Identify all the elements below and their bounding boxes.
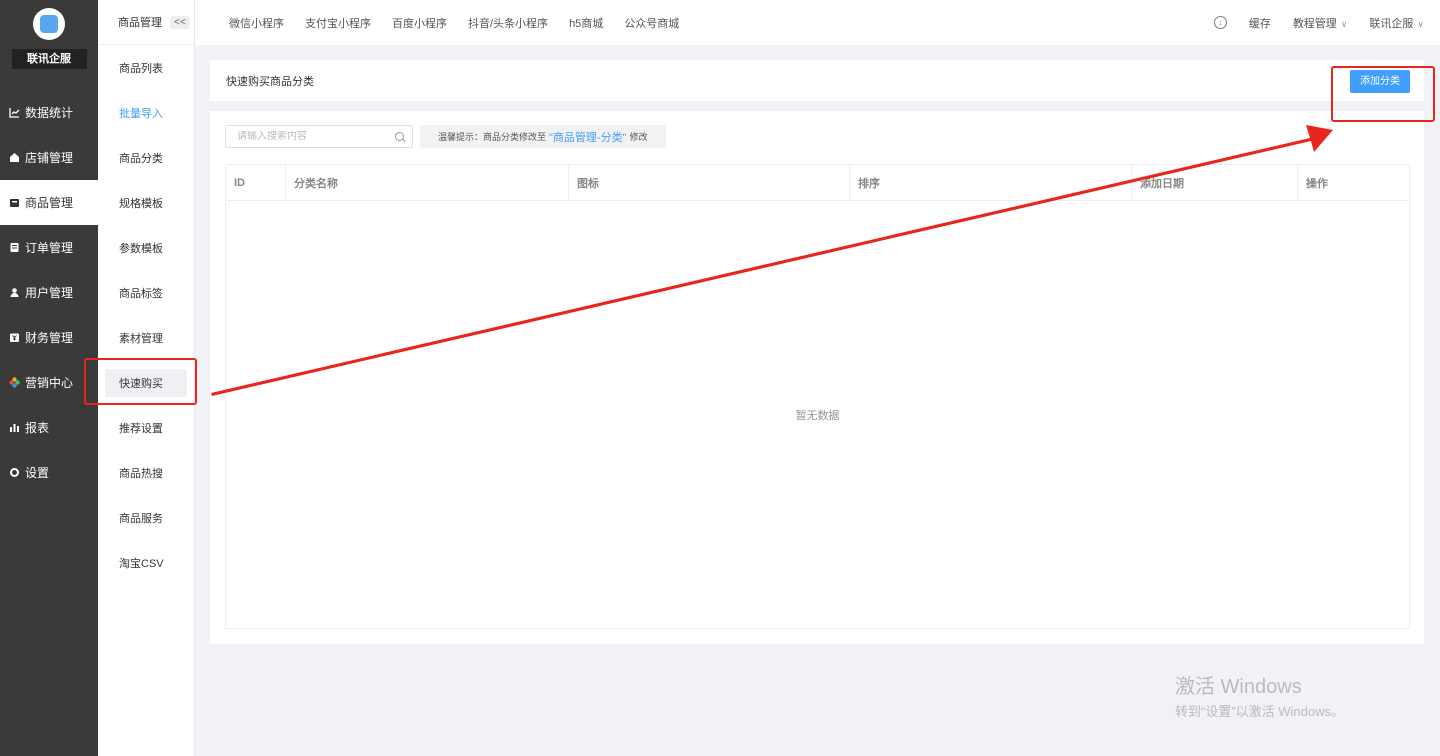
column-header-id: ID bbox=[226, 165, 286, 200]
search-input[interactable] bbox=[237, 131, 395, 142]
nav-item-store[interactable]: 店铺管理 bbox=[0, 135, 98, 180]
nav-label: 店铺管理 bbox=[25, 151, 74, 165]
watermark-title: 激活 Windows bbox=[1175, 676, 1302, 698]
store-icon bbox=[9, 152, 20, 163]
column-header-sort: 排序 bbox=[850, 165, 1132, 200]
column-header-icon: 图标 bbox=[569, 165, 850, 200]
nav-item-orders[interactable]: 订单管理 bbox=[0, 225, 98, 270]
sub-sidebar-title: 商品管理 bbox=[118, 17, 162, 29]
nav-label: 报表 bbox=[25, 421, 50, 435]
nav-item-products[interactable]: 商品管理 bbox=[0, 180, 98, 225]
chevron-down-icon: ∨ bbox=[1417, 18, 1424, 29]
tab-alipay-mini[interactable]: 支付宝小程序 bbox=[305, 15, 371, 31]
tab-h5-mall[interactable]: h5商城 bbox=[569, 15, 603, 31]
sub-item-hot-search[interactable]: 商品热搜 bbox=[98, 450, 194, 495]
sub-item-spec-template[interactable]: 规格模板 bbox=[98, 180, 194, 225]
column-header-name: 分类名称 bbox=[286, 165, 569, 200]
tip-prefix: 温馨提示：商品分类修改至 bbox=[438, 132, 547, 142]
windows-watermark: 激活 Windows 转到“设置”以激活 Windows。 bbox=[1175, 670, 1344, 720]
nav-item-stats[interactable]: 数据统计 bbox=[0, 90, 98, 135]
user-icon bbox=[9, 287, 20, 298]
tab-baidu-mini[interactable]: 百度小程序 bbox=[392, 15, 447, 31]
tab-wechat-mini[interactable]: 微信小程序 bbox=[229, 15, 284, 31]
tutorial-menu[interactable]: 教程管理 ∨ bbox=[1293, 15, 1348, 31]
collapse-button[interactable]: << bbox=[170, 15, 190, 29]
highlight-box-quick-buy bbox=[84, 358, 197, 405]
nav-label: 订单管理 bbox=[25, 241, 74, 255]
page-title: 快速购买商品分类 bbox=[226, 75, 314, 88]
sub-item-services[interactable]: 商品服务 bbox=[98, 495, 194, 540]
table-header: ID 分类名称 图标 排序 添加日期 操作 bbox=[226, 165, 1409, 201]
sub-item-taobao-csv[interactable]: 淘宝CSV bbox=[98, 540, 194, 585]
nav-label: 营销中心 bbox=[25, 376, 74, 390]
search-icon[interactable] bbox=[395, 132, 404, 141]
chart-line-icon bbox=[9, 107, 20, 118]
nav-item-finance[interactable]: 财务管理 bbox=[0, 315, 98, 360]
nav-item-reports[interactable]: 报表 bbox=[0, 405, 98, 450]
tab-douyin-mini[interactable]: 抖音/头条小程序 bbox=[468, 15, 548, 31]
nav-item-settings[interactable]: 设置 bbox=[0, 450, 98, 495]
logo-area: 联讯企服 bbox=[0, 0, 98, 90]
sub-item-materials[interactable]: 素材管理 bbox=[98, 315, 194, 360]
marketing-icon bbox=[9, 377, 20, 388]
sub-item-tags[interactable]: 商品标签 bbox=[98, 270, 194, 315]
sub-item-batch-import[interactable]: 批量导入 bbox=[98, 90, 194, 135]
sub-item-param-template[interactable]: 参数模板 bbox=[98, 225, 194, 270]
nav-label: 数据统计 bbox=[25, 106, 74, 120]
sub-item-product-list[interactable]: 商品列表 bbox=[98, 45, 194, 90]
nav-label: 用户管理 bbox=[25, 286, 74, 300]
search-box bbox=[225, 125, 413, 148]
account-menu[interactable]: 联讯企服 ∨ bbox=[1369, 15, 1424, 31]
nav-label: 商品管理 bbox=[25, 196, 74, 210]
column-header-actions: 操作 bbox=[1306, 177, 1328, 190]
order-icon bbox=[9, 242, 20, 253]
download-icon[interactable]: ↓ bbox=[1213, 16, 1227, 29]
chevron-down-icon: ∨ bbox=[1340, 18, 1348, 29]
cache-button[interactable]: 缓存 bbox=[1249, 15, 1271, 31]
sub-item-category[interactable]: 商品分类 bbox=[98, 135, 194, 180]
tip-suffix: 修改 bbox=[629, 132, 648, 142]
main-content: 温馨提示：商品分类修改至 "商品管理-分类" 修改 ID 分类名称 图标 排序 … bbox=[210, 111, 1424, 644]
gear-icon bbox=[9, 467, 20, 478]
nav-label: 设置 bbox=[25, 466, 50, 480]
column-header-date: 添加日期 bbox=[1132, 165, 1298, 200]
nav-label: 财务管理 bbox=[25, 331, 74, 345]
product-box-icon bbox=[9, 197, 20, 208]
brand-name: 联讯企服 bbox=[11, 49, 87, 69]
category-table: ID 分类名称 图标 排序 添加日期 操作 暂无数据 bbox=[225, 164, 1410, 629]
highlight-box-add-button bbox=[1331, 66, 1435, 122]
account-label: 联讯企服 bbox=[1369, 17, 1414, 30]
logo-icon[interactable] bbox=[33, 8, 65, 40]
nav-item-users[interactable]: 用户管理 bbox=[0, 270, 98, 315]
top-right-area: ↓ 缓存 教程管理 ∨ 联讯企服 ∨ bbox=[1192, 15, 1440, 31]
finance-icon bbox=[9, 332, 20, 343]
sub-item-recommend[interactable]: 推荐设置 bbox=[98, 405, 194, 450]
watermark-subtitle: 转到“设置”以激活 Windows。 bbox=[1175, 704, 1345, 719]
tab-official-account-mall[interactable]: 公众号商城 bbox=[624, 15, 679, 31]
top-bar: 微信小程序 支付宝小程序 百度小程序 抖音/头条小程序 h5商城 公众号商城 ↓… bbox=[195, 0, 1440, 45]
tip-link[interactable]: "商品管理-分类" bbox=[549, 129, 626, 145]
sub-sidebar-header: 商品管理 << bbox=[98, 0, 194, 45]
empty-state: 暂无数据 bbox=[795, 410, 840, 422]
tutorial-label: 教程管理 bbox=[1292, 17, 1337, 30]
bar-chart-icon bbox=[9, 422, 20, 433]
page-header: 快速购买商品分类 添加分类 bbox=[210, 60, 1424, 101]
tip-banner: 温馨提示：商品分类修改至 "商品管理-分类" 修改 bbox=[420, 125, 666, 148]
